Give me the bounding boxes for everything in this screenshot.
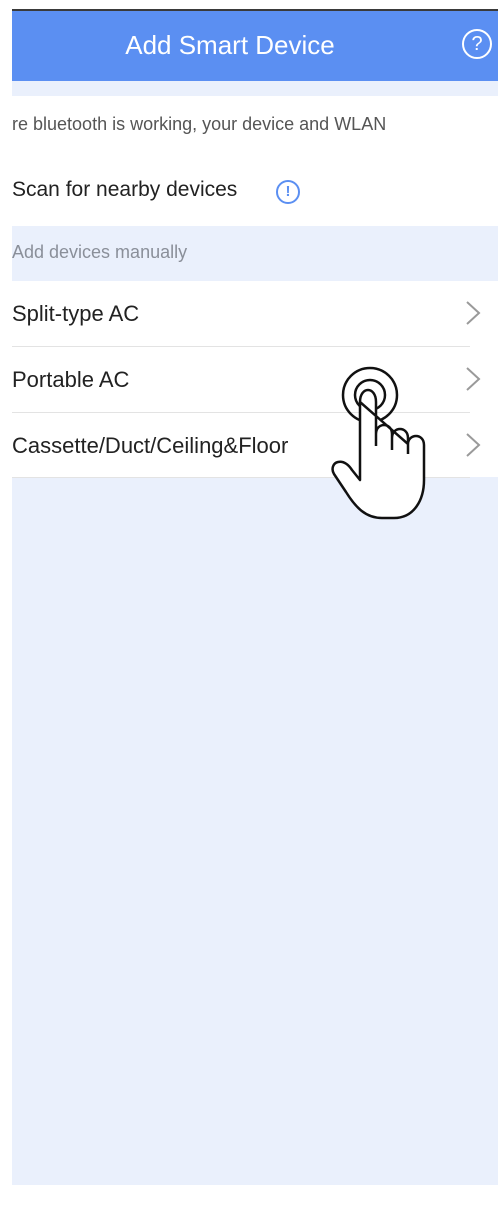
- list-item-label: Split-type AC: [12, 301, 140, 326]
- screen: Add Smart Device ? ure bluetooth is work…: [12, 11, 498, 1185]
- app-frame: Add Smart Device ? ure bluetooth is work…: [0, 0, 498, 1220]
- bottom-area: [0, 1185, 498, 1220]
- tap-gesture-hand-icon: [331, 366, 426, 520]
- scan-section: ure bluetooth is working, your device an…: [12, 96, 498, 226]
- list-item-label: Cassette/Duct/Ceiling&Floor: [12, 433, 289, 458]
- chevron-right-icon: [466, 433, 481, 457]
- page-title: Add Smart Device: [125, 30, 335, 60]
- bluetooth-hint-text: ure bluetooth is working, your device an…: [12, 114, 387, 134]
- chevron-right-icon: [466, 367, 481, 391]
- manual-section-label: Add devices manually: [12, 242, 188, 262]
- scan-nearby-devices-button[interactable]: Scan for nearby devices: [12, 178, 237, 202]
- status-bar-line: [0, 0, 498, 11]
- list-item-label: Portable AC: [12, 367, 130, 392]
- chevron-right-icon: [466, 301, 481, 325]
- top-app-bar: Add Smart Device ?: [12, 11, 498, 81]
- manual-section-header: Add devices manually: [12, 226, 498, 281]
- list-item-split-type-ac[interactable]: Split-type AC: [12, 281, 498, 346]
- help-icon[interactable]: ?: [462, 29, 492, 59]
- info-icon[interactable]: !: [276, 180, 300, 204]
- header-gap: [12, 81, 498, 96]
